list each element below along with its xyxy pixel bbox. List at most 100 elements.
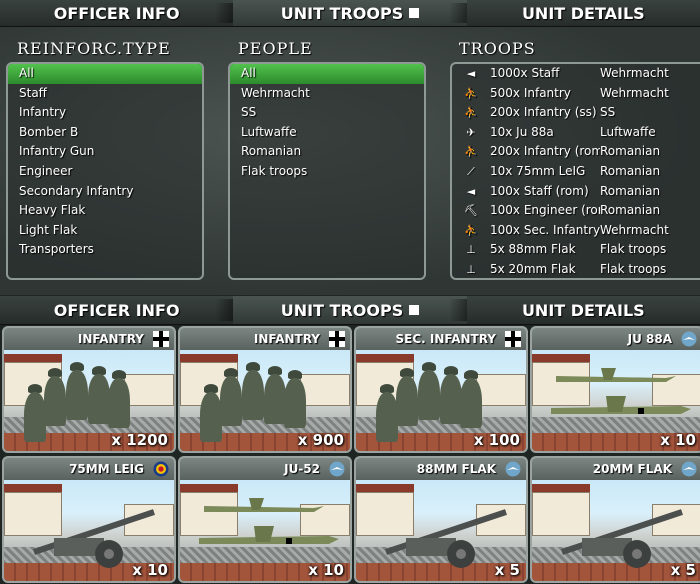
roof — [532, 484, 590, 492]
soldier-figure-icon — [440, 374, 462, 424]
unit-card[interactable]: 88MM FLAK x 5 — [354, 456, 528, 583]
reinforc-type-item[interactable]: Secondary Infantry — [8, 182, 202, 202]
people-title: PEOPLE — [238, 39, 313, 58]
unit-quantity: x 5 — [494, 561, 520, 579]
troop-row[interactable]: ✈ 10x Ju 88a Luftwaffe — [452, 123, 700, 143]
troop-nation: Romanian — [600, 203, 661, 218]
soldier-figure-icon — [242, 370, 264, 420]
unit-quantity: x 1200 — [111, 431, 168, 449]
aircraft-icon — [551, 368, 691, 414]
aircraft-icon — [199, 498, 339, 544]
unit-card-title: JU-52 — [180, 458, 350, 480]
troop-row[interactable]: ⛹ 500x Infantry Wehrmacht — [452, 84, 700, 104]
tab-label: UNIT TROOPS — [280, 3, 404, 23]
reinforc-type-list[interactable]: All Staff Infantry Bomber B Infantry Gun Engi… — [6, 62, 204, 280]
unit-card-title: INFANTRY — [180, 328, 350, 350]
troop-nation: Luftwaffe — [600, 124, 656, 139]
reinforc-type-item[interactable]: Light Flak — [8, 221, 202, 241]
people-item[interactable]: Luftwaffe — [230, 123, 424, 143]
tab-unit-details[interactable]: UNIT DETAILS — [467, 0, 700, 26]
soldier-figure-icon — [418, 370, 440, 420]
roof — [356, 484, 414, 492]
troop-row[interactable]: ◄ 1000x Staff Wehrmacht — [452, 64, 700, 84]
luftwaffe-badge-icon — [505, 461, 521, 477]
tab-unit-troops[interactable]: UNIT TROOPS — [233, 0, 467, 26]
troop-row[interactable]: ◄ 100x Staff (rom) Romanian — [452, 182, 700, 202]
people-item[interactable]: All — [230, 64, 424, 84]
troop-nation: Romanian — [600, 163, 661, 178]
troop-name: 10x 75mm LeIG — [490, 163, 586, 178]
infantry-icon: ⛹ — [464, 106, 478, 120]
troop-name: 5x 88mm Flak — [490, 242, 576, 257]
troop-row[interactable]: ⛹ 100x Sec. Infantry Wehrmacht — [452, 221, 700, 241]
unit-quantity: x 100 — [473, 431, 520, 449]
troop-row[interactable]: ⛹ 200x Infantry (ss) SS — [452, 103, 700, 123]
house — [124, 374, 174, 406]
tab-officer-info[interactable]: OFFICER INFO — [0, 0, 234, 26]
troops-list[interactable]: ◄ 1000x Staff Wehrmacht ⛹ 500x Infantry Wehrm… — [450, 62, 700, 280]
reinforc-type-title: REINFORC.TYPE — [17, 39, 171, 58]
soldier-figure-icon — [376, 392, 398, 442]
soldier-figure-icon — [200, 392, 222, 442]
unit-card[interactable]: INFANTRY x 900 — [178, 326, 352, 453]
bottom-tab-bar: OFFICER INFO UNIT TROOPS UNIT DETAILS — [0, 296, 700, 325]
unit-quantity: x 10 — [308, 561, 344, 579]
reinforc-type-item[interactable]: Heavy Flak — [8, 201, 202, 221]
unit-card[interactable]: 20MM FLAK x 5 — [530, 456, 700, 583]
tab-label: UNIT DETAILS — [521, 300, 645, 320]
soldier-figure-icon — [24, 392, 46, 442]
tab-label: UNIT TROOPS — [280, 300, 404, 320]
troop-nation: SS — [600, 105, 616, 120]
troop-row[interactable]: ⟋ 10x 75mm LeIG Romanian — [452, 162, 700, 182]
infantry-icon: ⛹ — [464, 145, 478, 159]
people-item[interactable]: Flak troops — [230, 162, 424, 182]
soldier-figure-icon — [88, 374, 110, 424]
troop-nation: Romanian — [600, 144, 661, 159]
unit-quantity: x 5 — [670, 561, 696, 579]
people-item[interactable]: Romanian — [230, 142, 424, 162]
reinforc-type-item[interactable]: Infantry Gun — [8, 142, 202, 162]
luftwaffe-badge-icon — [329, 461, 345, 477]
reinforc-type-item[interactable]: Bomber B — [8, 123, 202, 143]
plane-icon: ✈ — [466, 125, 476, 139]
people-list[interactable]: All Wehrmacht SS Luftwaffe Romanian Flak troo… — [228, 62, 426, 280]
people-item[interactable]: Wehrmacht — [230, 84, 424, 104]
roof — [4, 354, 62, 362]
unit-card[interactable]: INFANTRY x 1200 — [2, 326, 176, 453]
troop-row[interactable]: ⊥ 5x 88mm Flak Flak troops — [452, 240, 700, 260]
people-item[interactable]: SS — [230, 103, 424, 123]
soldier-figure-icon — [66, 370, 88, 420]
reinforc-type-item[interactable]: Engineer — [8, 162, 202, 182]
troop-name: 5x 20mm Flak — [490, 261, 576, 276]
flak-icon: ⊥ — [466, 262, 476, 276]
unit-card[interactable]: JU 88A x 10 — [530, 326, 700, 453]
unit-card[interactable]: 75MM LEIG x 10 — [2, 456, 176, 583]
soldier-figure-icon — [284, 378, 306, 428]
troop-name: 100x Staff (rom) — [490, 183, 589, 198]
reinforc-type-item[interactable]: Transporters — [8, 240, 202, 260]
reinforc-type-item[interactable]: All — [8, 64, 202, 84]
reinforc-type-item[interactable]: Infantry — [8, 103, 202, 123]
unit-card[interactable]: JU-52 x 10 — [178, 456, 352, 583]
troop-row[interactable]: ⛏ 100x Engineer (rom)Romanian — [452, 201, 700, 221]
unit-card[interactable]: SEC. INFANTRY x 100 — [354, 326, 528, 453]
troop-name: 100x Engineer (rom) — [490, 203, 600, 218]
unit-quantity: x 900 — [297, 431, 344, 449]
unit-quantity: x 10 — [660, 431, 696, 449]
tab-officer-info[interactable]: OFFICER INFO — [0, 296, 234, 324]
soldier-figure-icon — [264, 374, 286, 424]
tab-unit-details[interactable]: UNIT DETAILS — [467, 296, 700, 324]
artillery-gun-icon — [385, 509, 507, 568]
troop-nation: Wehrmacht — [600, 85, 669, 100]
troop-nation: Flak troops — [600, 242, 667, 257]
troop-row[interactable]: ⛹ 200x Infantry (rom) Romanian — [452, 142, 700, 162]
house — [300, 374, 350, 406]
unit-card-title: INFANTRY — [4, 328, 174, 350]
troop-nation: Wehrmacht — [600, 66, 669, 80]
tab-unit-troops[interactable]: UNIT TROOPS — [233, 296, 467, 324]
troop-row[interactable]: ⊥ 5x 20mm Flak Flak troops — [452, 260, 700, 278]
top-tab-bar: OFFICER INFO UNIT TROOPS UNIT DETAILS — [0, 0, 700, 27]
unit-card-title: 75MM LEIG — [4, 458, 174, 480]
reinforc-type-item[interactable]: Staff — [8, 84, 202, 104]
troop-nation: Romanian — [600, 183, 661, 198]
